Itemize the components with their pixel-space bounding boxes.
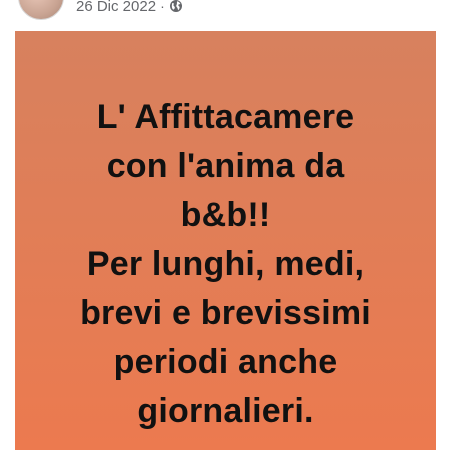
avatar[interactable] — [18, 0, 64, 20]
post-image-text: L' Affittacamere con l'anima da b&b!! Pe… — [15, 93, 436, 436]
post-text-line: b&b!! — [180, 196, 271, 234]
globe-icon[interactable] — [169, 0, 183, 13]
post-meta: 26 Dic 2022 · — [76, 0, 183, 16]
meta-separator: · — [160, 0, 165, 14]
post-image[interactable]: L' Affittacamere con l'anima da b&b!! Pe… — [15, 31, 436, 450]
post-text-line: brevi e brevissimi — [80, 294, 371, 332]
post-text-line: L' Affittacamere — [96, 98, 355, 136]
post-text-line: periodi anche — [113, 343, 338, 381]
post-text-line: con l'anima da — [106, 147, 345, 185]
post-header: 26 Dic 2022 · — [0, 0, 450, 30]
post-text-line: giornalieri. — [137, 392, 314, 430]
post-text-line: Per lunghi, medi, — [86, 245, 365, 283]
post-date[interactable]: 26 Dic 2022 — [76, 0, 156, 15]
